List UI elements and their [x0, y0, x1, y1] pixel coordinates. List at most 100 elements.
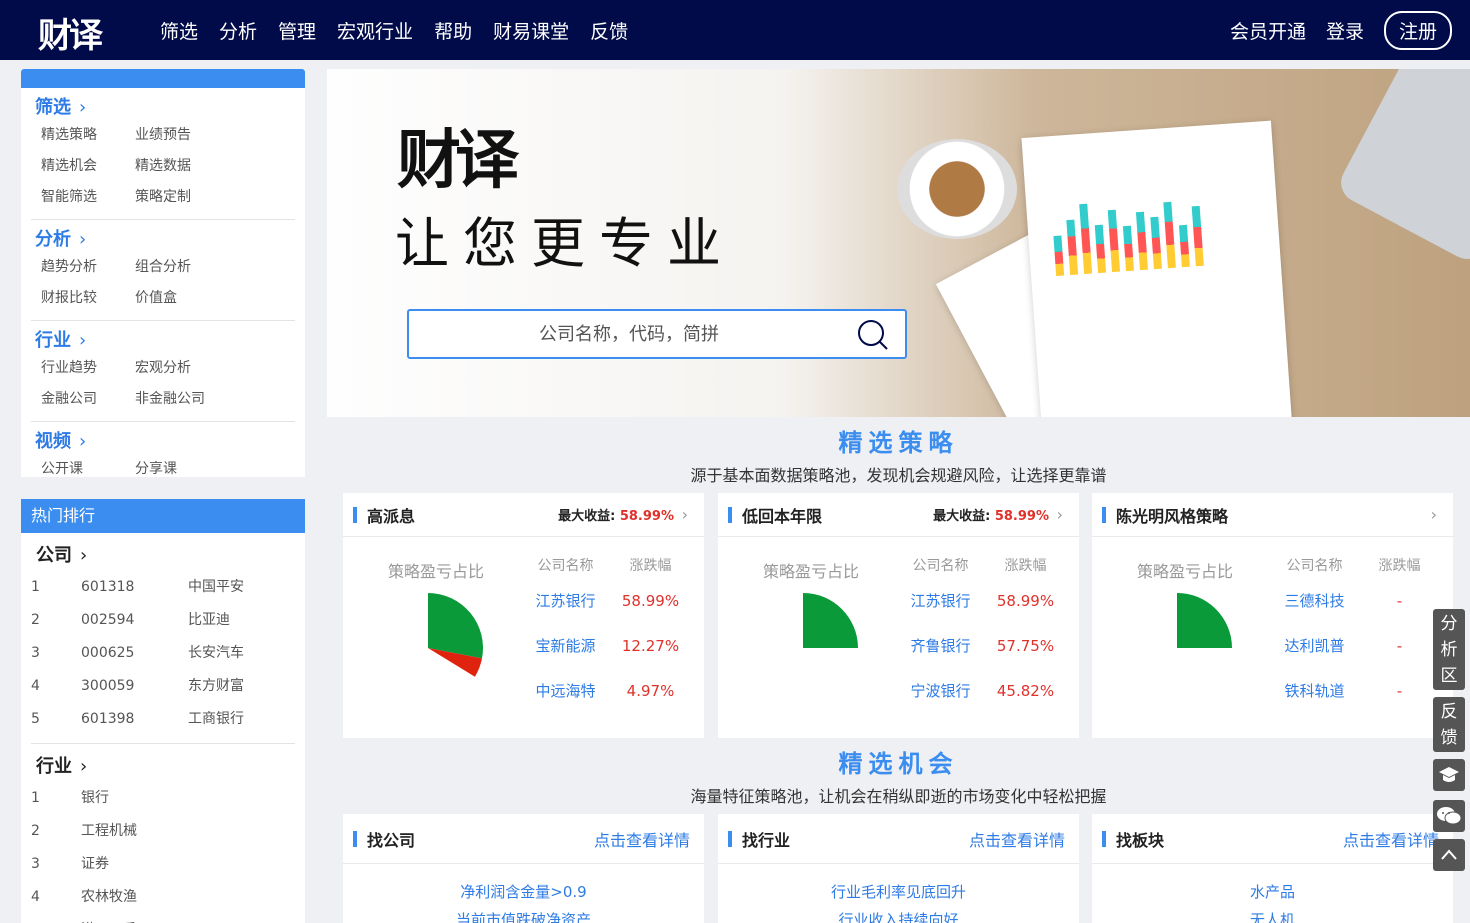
- profit-loss-pie: [803, 593, 858, 648]
- nav-item-macro[interactable]: 宏观行业: [337, 17, 413, 44]
- sidebar-item[interactable]: 财报比较: [41, 283, 135, 314]
- table-row[interactable]: 1 601318 中国平安: [21, 571, 305, 604]
- sidebar-item[interactable]: 公开课: [41, 454, 135, 485]
- pie-title: 策略盈亏占比: [763, 562, 860, 581]
- stock-change: 58.99%: [621, 592, 680, 610]
- member-link[interactable]: 会员开通: [1230, 17, 1306, 44]
- table-row[interactable]: 3 000625 长安汽车: [21, 637, 305, 670]
- back-to-top-icon[interactable]: [1433, 839, 1465, 871]
- sidebar-item[interactable]: 智能筛选: [41, 182, 135, 213]
- hot-company-title[interactable]: 公司 ›: [21, 533, 305, 571]
- table-row[interactable]: 达利凯普 -: [1267, 624, 1447, 669]
- card-header[interactable]: 低回本年限 最大收益: 58.99% ›: [718, 493, 1079, 537]
- feedback-button[interactable]: 反馈: [1433, 697, 1465, 752]
- chevron-right-icon[interactable]: ›: [1057, 505, 1063, 524]
- sidebar-item[interactable]: 非金融公司: [135, 384, 229, 415]
- sidebar-item[interactable]: 精选策略: [41, 120, 135, 151]
- card-header[interactable]: 高派息 最大收益: 58.99% ›: [343, 493, 704, 537]
- sidebar-item[interactable]: 趋势分析: [41, 252, 135, 283]
- profit-loss-pie: [428, 593, 483, 677]
- list-item[interactable]: 净利润含金量>0.9: [343, 878, 704, 906]
- table-row[interactable]: 3 证券: [21, 848, 305, 881]
- table-row[interactable]: 齐鲁银行 57.75%: [893, 624, 1073, 669]
- table-row[interactable]: 中远海特 4.97%: [518, 669, 698, 714]
- chevron-right-icon[interactable]: ›: [682, 505, 688, 524]
- sidebar-item[interactable]: 精选机会: [41, 151, 135, 182]
- view-details-link[interactable]: 点击查看详情: [594, 827, 690, 851]
- sidebar-title-video[interactable]: 视频 ›: [31, 430, 295, 454]
- card-header[interactable]: 陈光明风格策略 ›: [1092, 493, 1453, 537]
- nav-item-manage[interactable]: 管理: [278, 17, 316, 44]
- table-row[interactable]: 江苏银行 58.99%: [893, 579, 1073, 624]
- sidebar-item[interactable]: 业绩预告: [135, 120, 229, 151]
- list-item[interactable]: 当前市值跌破净资产: [343, 906, 704, 923]
- search-icon[interactable]: [857, 319, 889, 351]
- list-item[interactable]: 行业毛利率见底回升: [718, 878, 1079, 906]
- register-button[interactable]: 注册: [1383, 10, 1452, 50]
- sidebar-item[interactable]: 组合分析: [135, 252, 229, 283]
- search-input[interactable]: [409, 311, 849, 357]
- table-row[interactable]: 铁科轨道 -: [1267, 669, 1447, 714]
- table-row[interactable]: 1 银行: [21, 782, 305, 815]
- view-details-link[interactable]: 点击查看详情: [1343, 827, 1439, 851]
- table-row[interactable]: 宝新能源 12.27%: [518, 624, 698, 669]
- login-link[interactable]: 登录: [1326, 17, 1364, 44]
- table-row[interactable]: 4 农林牧渔: [21, 881, 305, 914]
- table-row[interactable]: 江苏银行 58.99%: [518, 579, 698, 624]
- opportunity-list: 行业毛利率见底回升 行业收入持续向好: [718, 864, 1079, 923]
- sidebar-item[interactable]: 价值盒: [135, 283, 229, 314]
- sidebar-item[interactable]: 精选数据: [135, 151, 229, 182]
- rank: 3: [31, 645, 40, 661]
- table-row[interactable]: 三德科技 -: [1267, 579, 1447, 624]
- strategy-desc: 源于基本面数据策略池，发现机会规避风险，让选择更靠谱: [690, 466, 1107, 485]
- banner-logo: 财译: [397, 124, 519, 198]
- stock-change: -: [1396, 637, 1403, 655]
- list-item[interactable]: 水产品: [1092, 878, 1453, 906]
- list-item[interactable]: 行业收入持续向好: [718, 906, 1079, 923]
- analysis-zone-button[interactable]: 分析区: [1433, 609, 1465, 690]
- table-row[interactable]: 2 工程机械: [21, 815, 305, 848]
- industry-name: 银行: [81, 790, 109, 806]
- table-row[interactable]: 2 002594 比亚迪: [21, 604, 305, 637]
- sidebar-title-analysis[interactable]: 分析 ›: [31, 228, 295, 252]
- sidebar-title-screen[interactable]: 筛选 ›: [31, 96, 295, 120]
- opportunity-list: 水产品 无人机: [1092, 864, 1453, 923]
- sidebar-item[interactable]: 行业趋势: [41, 353, 135, 384]
- industry-name: 工程机械: [81, 823, 137, 839]
- nav-item-screen[interactable]: 筛选: [160, 17, 198, 44]
- card-title: 低回本年限: [742, 506, 823, 526]
- max-return-label: 最大收益:: [558, 509, 616, 524]
- sidebar-item[interactable]: 策略定制: [135, 182, 229, 213]
- view-details-link[interactable]: 点击查看详情: [969, 827, 1065, 851]
- table-row[interactable]: 5港口五岳: [21, 914, 305, 923]
- nav-item-help[interactable]: 帮助: [434, 17, 472, 44]
- industry-name: 证券: [81, 856, 109, 872]
- wechat-icon[interactable]: [1433, 800, 1465, 832]
- table-row[interactable]: 4 300059 东方财富: [21, 670, 305, 703]
- nav-item-class[interactable]: 财易课堂: [493, 17, 569, 44]
- nav-item-feedback[interactable]: 反馈: [590, 17, 628, 44]
- section-label: 行业: [35, 330, 71, 351]
- sidebar-item[interactable]: 金融公司: [41, 384, 135, 415]
- nav-menu: 筛选 分析 管理 宏观行业 帮助 财易课堂 反馈: [160, 0, 649, 60]
- sidebar-title-industry[interactable]: 行业 ›: [31, 329, 295, 353]
- rank: 1: [31, 579, 40, 595]
- stock-name: 齐鲁银行: [910, 637, 971, 655]
- graduation-cap-icon[interactable]: [1433, 759, 1465, 791]
- table-row[interactable]: 宁波银行 45.82%: [893, 669, 1073, 714]
- col-name: 公司名称: [537, 558, 594, 574]
- nav-item-analysis[interactable]: 分析: [219, 17, 257, 44]
- chevron-right-icon: ›: [80, 545, 88, 566]
- sidebar-item[interactable]: 分享课: [135, 454, 229, 485]
- site-logo[interactable]: 财译: [38, 8, 103, 57]
- stock-change: 45.82%: [996, 682, 1055, 700]
- stock-name: 达利凯普: [1284, 637, 1345, 655]
- sidebar-item[interactable]: 宏观分析: [135, 353, 229, 384]
- table-row[interactable]: 5 601398 工商银行: [21, 703, 305, 736]
- rank: 5: [31, 711, 40, 727]
- accent-bar: [728, 830, 732, 847]
- list-item[interactable]: 无人机: [1092, 906, 1453, 923]
- chevron-right-icon[interactable]: ›: [1431, 505, 1437, 524]
- hot-industry-title[interactable]: 行业 ›: [21, 744, 305, 782]
- accent-bar: [1102, 830, 1106, 847]
